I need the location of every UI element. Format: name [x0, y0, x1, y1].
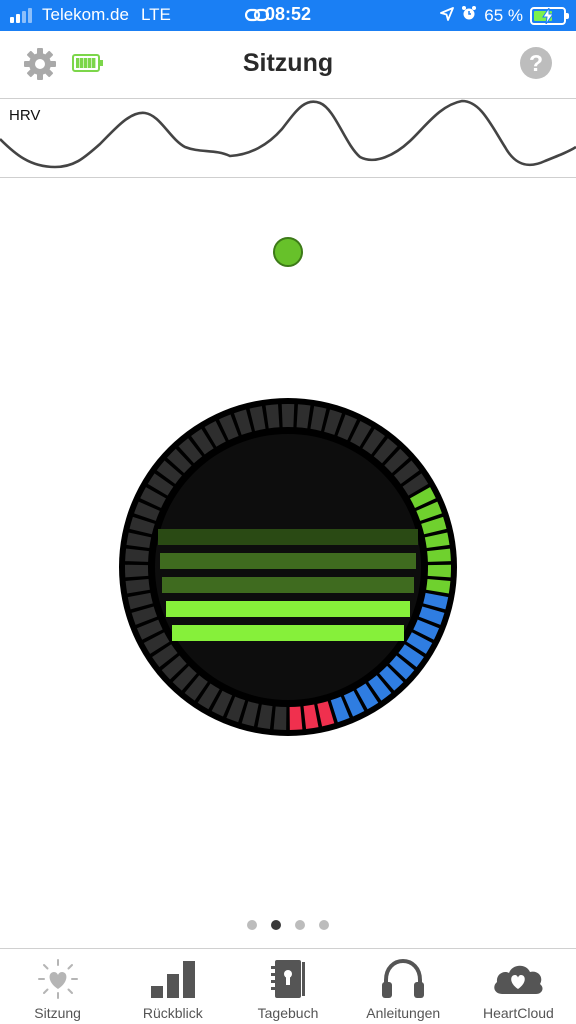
level-bar-3 — [162, 577, 414, 593]
journal-icon — [268, 958, 308, 1005]
headphones-icon — [380, 958, 426, 1005]
gauge-segment-gray — [125, 564, 149, 578]
page-dot[interactable] — [319, 920, 329, 930]
navigation-bar: Sitzung ? — [0, 31, 576, 98]
tab-label: HeartCloud — [483, 1005, 554, 1021]
tab-label: Tagebuch — [257, 1005, 319, 1021]
level-bar-1 — [158, 529, 418, 545]
gauge-segment-gray — [273, 706, 287, 730]
page-title: Sitzung — [242, 49, 334, 77]
tab-anleitungen[interactable]: Anleitungen — [346, 949, 461, 1024]
gauge-segment-red — [289, 706, 303, 730]
tab-label: Sitzung — [34, 1005, 81, 1021]
status-bar: Telekom.de LTE 08:52 65 % — [0, 0, 576, 31]
hrv-label: HRV — [9, 107, 41, 124]
hrv-curve — [0, 99, 576, 169]
heart-cloud-icon — [490, 958, 546, 1005]
page-dot[interactable] — [295, 920, 305, 930]
page-dot[interactable] — [247, 920, 257, 930]
location-arrow-icon — [440, 6, 455, 26]
tab-heartcloud[interactable]: HeartCloud — [461, 949, 576, 1024]
status-indicator-dot — [273, 237, 303, 267]
tab-bar: Sitzung Rückblick Tagebuch Anleitungen H… — [0, 948, 576, 1024]
tab-label: Anleitungen — [366, 1005, 441, 1021]
page-indicator[interactable] — [0, 920, 576, 930]
tab-label: Rückblick — [142, 1005, 203, 1021]
heart-sun-icon — [37, 958, 79, 1005]
level-bar-5 — [172, 625, 404, 641]
alarm-icon — [461, 5, 477, 26]
level-bar-4 — [166, 601, 410, 617]
bar-chart-icon — [149, 958, 197, 1005]
battery-percent: 65 % — [484, 5, 523, 25]
page-dot[interactable] — [271, 920, 281, 930]
hrv-graph: HRV — [0, 98, 576, 178]
tab-rueckblick[interactable]: Rückblick — [115, 949, 230, 1024]
status-right: 65 % — [440, 5, 569, 26]
tab-sitzung[interactable]: Sitzung — [0, 949, 115, 1024]
coherence-gauge — [119, 398, 457, 736]
level-bar-2 — [160, 553, 416, 569]
help-button[interactable]: ? — [520, 47, 552, 79]
gauge-segment-gray — [281, 404, 295, 428]
tab-tagebuch[interactable]: Tagebuch — [230, 949, 345, 1024]
gauge-segment-green — [427, 564, 451, 578]
battery-charging-icon — [530, 6, 569, 25]
